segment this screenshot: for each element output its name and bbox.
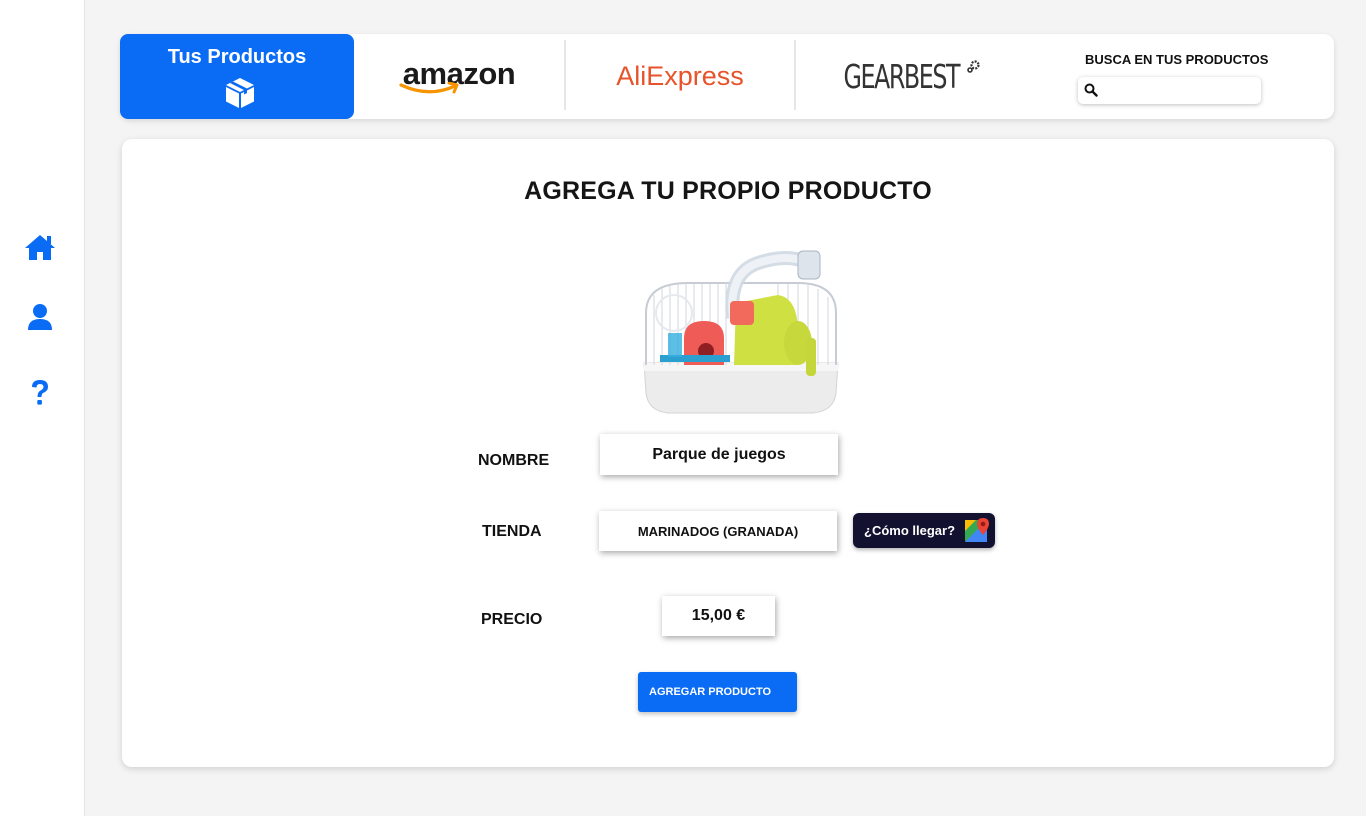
search-input[interactable] [1104,80,1254,101]
sidebar [0,0,85,816]
search-icon [1084,83,1098,97]
add-product-card: AGREGA TU PROPIO PRODUCTO NOMBRE Parque … [122,139,1334,767]
tab-your-products-label: Tus Productos [167,46,307,68]
search-label: BUSCA EN TUS PRODUCTOS [1085,52,1269,67]
price-label: PRECIO [481,611,543,628]
box-icon [224,76,256,115]
hamster-cage-product-image [638,243,844,417]
gear-icon [967,59,980,73]
tab-your-products[interactable]: Tus Productos [120,34,354,119]
directions-button-label: ¿Cómo llegar? [864,523,956,538]
amazon-smile-icon [399,82,459,94]
aliexpress-logo-ali: Ali [616,61,647,91]
store-tab-gearbest[interactable]: GEARBEST [796,34,1006,119]
store-field[interactable]: MARINADOG (GRANADA) [599,511,837,551]
google-maps-icon [965,518,989,542]
store-tabs-bar: Tus Productos amazon Ali Express GEARBEST… [120,34,1334,119]
question-icon[interactable] [22,375,58,411]
gearbest-logo-text: GEARBEST [843,57,960,96]
page-title: AGREGA TU PROPIO PRODUCTO [524,177,932,205]
store-tab-aliexpress[interactable]: Ali Express [566,34,794,119]
home-icon[interactable] [22,229,58,265]
aliexpress-logo-express: Express [646,61,744,91]
user-icon[interactable] [22,299,58,335]
store-tab-amazon[interactable]: amazon [354,34,564,119]
name-label: NOMBRE [478,452,550,469]
add-product-button[interactable]: AGREGAR PRODUCTO [638,672,797,712]
price-field[interactable]: 15,00 € [662,596,775,636]
search-field [1078,77,1261,104]
store-label: TIENDA [482,523,542,540]
directions-button[interactable]: ¿Cómo llegar? [853,513,995,548]
add-product-button-label: AGREGAR PRODUCTO [649,686,772,698]
name-field[interactable]: Parque de juegos [600,434,838,475]
